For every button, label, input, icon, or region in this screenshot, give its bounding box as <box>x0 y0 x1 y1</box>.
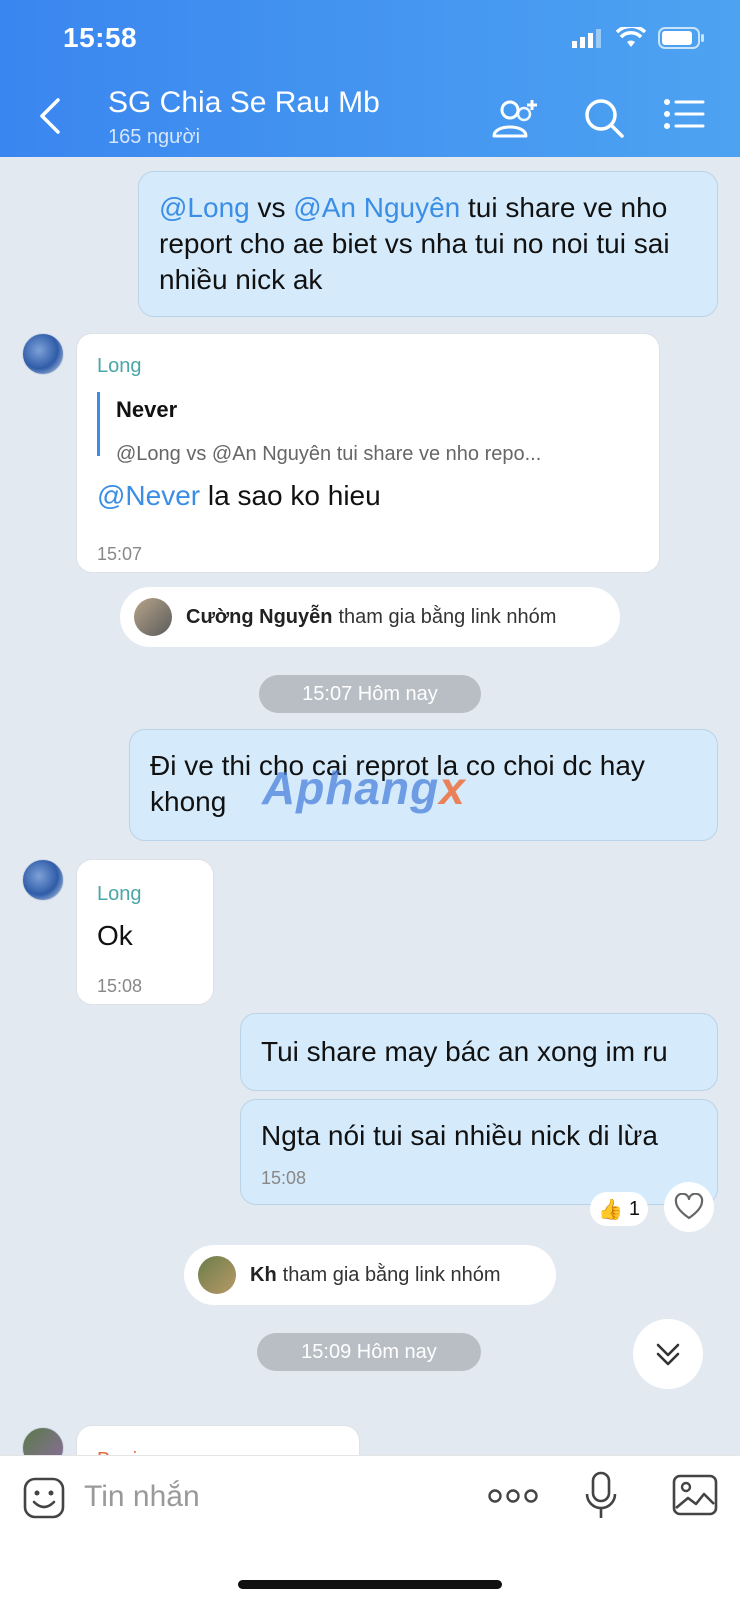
joined-user-name[interactable]: Kh <box>250 1264 277 1287</box>
more-icon <box>488 1489 538 1503</box>
date-separator: 15:09 Hôm nay <box>257 1333 481 1371</box>
thumbs-up-icon: 👍 <box>597 1198 623 1221</box>
sender-name[interactable]: Beginn <box>97 1442 159 1455</box>
avatar[interactable] <box>22 859 64 901</box>
sender-name[interactable]: Long <box>97 876 142 912</box>
sticker-button[interactable] <box>22 1476 66 1525</box>
message-bubble-outgoing[interactable]: Tui share may bác an xong im ru <box>240 1013 718 1091</box>
reaction-badge[interactable]: 👍 1 <box>590 1192 648 1226</box>
message-input[interactable]: Tin nhắn <box>84 1480 200 1514</box>
message-time: 15:08 <box>97 976 143 996</box>
message-content: @Never la sao ko hieu <box>97 478 381 514</box>
add-member-button[interactable] <box>488 96 538 142</box>
scroll-to-bottom-button[interactable] <box>633 1319 703 1389</box>
message-bubble-incoming[interactable]: Long Never @Long vs @An Nguyên tui share… <box>76 333 660 573</box>
heart-icon <box>674 1193 704 1220</box>
message-input-bar: Tin nhắn <box>0 1455 740 1600</box>
message-time: 15:08 <box>261 1168 307 1188</box>
battery-icon <box>658 27 704 49</box>
watermark: Aphangx <box>262 761 466 815</box>
message-bubble-incoming[interactable]: Beginn <box>76 1425 360 1455</box>
message-time: 15:07 <box>97 544 143 564</box>
message-text: Tui share may bác an xong im ru <box>261 1036 668 1067</box>
react-button[interactable] <box>664 1182 714 1232</box>
mic-icon <box>585 1471 617 1518</box>
group-title[interactable]: SG Chia Se Rau Mb <box>108 86 380 120</box>
status-icons <box>572 26 706 50</box>
message-list[interactable]: @Long vs @An Nguyên tui share ve nho rep… <box>0 157 740 1455</box>
sender-name[interactable]: Long <box>97 348 142 384</box>
message-bubble-incoming[interactable]: Long Ok 15:08 <box>76 859 214 1005</box>
chat-header: 15:58 SG Chia Se Rau Mb 165 người <box>0 0 740 157</box>
menu-icon <box>664 99 705 129</box>
message-bubble-outgoing[interactable]: @Long vs @An Nguyên tui share ve nho rep… <box>138 171 718 317</box>
wifi-icon <box>616 27 646 47</box>
member-count: 165 người <box>108 126 201 148</box>
watermark-text: Aphang <box>262 762 440 814</box>
joined-user-name[interactable]: Cường Nguyễn <box>186 606 332 629</box>
message-text: la sao ko hieu <box>200 480 381 511</box>
avatar[interactable] <box>22 1427 64 1455</box>
voice-button[interactable] <box>584 1470 618 1527</box>
avatar[interactable] <box>134 598 172 636</box>
image-icon <box>672 1474 718 1516</box>
status-time: 15:58 <box>63 22 138 53</box>
avatar[interactable] <box>198 1256 236 1294</box>
home-indicator <box>238 1580 502 1589</box>
search-icon <box>585 99 624 138</box>
quote-text: @Long vs @An Nguyên tui share ve nho rep… <box>116 443 542 465</box>
quoted-message[interactable]: Never @Long vs @An Nguyên tui share ve n… <box>97 392 635 465</box>
image-button[interactable] <box>672 1474 718 1521</box>
back-icon <box>40 98 60 134</box>
search-button[interactable] <box>582 96 632 142</box>
message-text: Ngta nói tui sai nhiều nick di lừa <box>261 1120 658 1151</box>
menu-button[interactable] <box>663 96 713 142</box>
date-separator: 15:07 Hôm nay <box>259 675 481 713</box>
message-bubble-outgoing[interactable]: Ngta nói tui sai nhiều nick di lừa 15:08 <box>240 1099 718 1205</box>
more-button[interactable] <box>488 1486 538 1511</box>
message-text: vs <box>249 192 294 223</box>
add-member-icon <box>492 100 537 138</box>
mention[interactable]: @An Nguyên <box>293 192 460 223</box>
signal-icon <box>572 29 601 48</box>
back-button[interactable] <box>36 96 72 140</box>
message-text: Ok <box>97 920 133 951</box>
sticker-icon <box>23 1477 65 1519</box>
quote-author: Never <box>116 397 178 422</box>
mention[interactable]: @Never <box>97 480 200 511</box>
system-join-notice: Kh tham gia bằng link nhóm <box>184 1245 556 1305</box>
watermark-accent: x <box>439 762 466 814</box>
avatar[interactable] <box>22 333 64 375</box>
mention[interactable]: @Long <box>159 192 250 223</box>
reaction-count: 1 <box>628 1197 641 1220</box>
system-join-notice: Cường Nguyễn tham gia bằng link nhóm <box>120 587 620 647</box>
join-text: tham gia bằng link nhóm <box>282 1263 501 1286</box>
join-text: tham gia bằng link nhóm <box>338 605 557 628</box>
chevron-down-icon <box>656 1343 680 1366</box>
